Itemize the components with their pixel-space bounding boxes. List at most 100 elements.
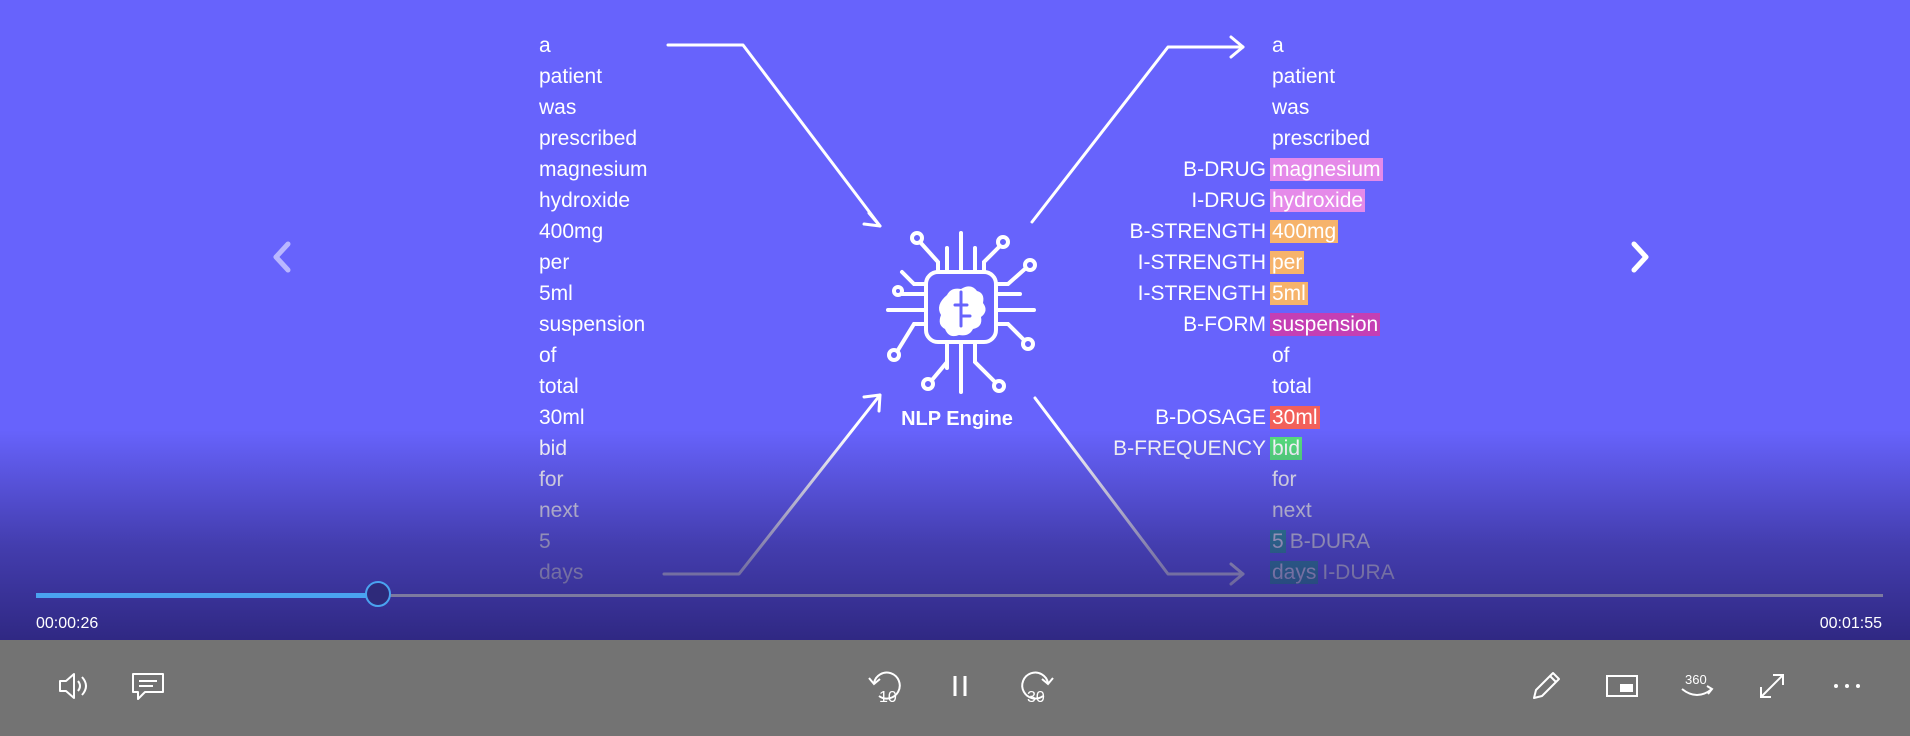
player-controls: 10 30 360 [0, 640, 1910, 736]
view-360-label: 360 [1685, 672, 1707, 687]
flow-arrows [662, 35, 1245, 586]
entity-tag: B-DOSAGE [1155, 406, 1266, 429]
output-row: magnesium [1270, 156, 1383, 184]
output-token: bid [1270, 437, 1303, 460]
output-row: next [1272, 497, 1312, 525]
output-token: prescribed [1272, 127, 1371, 150]
seek-bar-played [36, 593, 378, 598]
output-token: patient [1272, 65, 1336, 88]
output-row: 5 B-DURA [1270, 528, 1371, 556]
output-token: suspension [1270, 313, 1381, 336]
view-360-button[interactable]: 360 [1667, 656, 1727, 716]
skip-forward-30-button[interactable]: 30 [1006, 656, 1066, 716]
total-duration: 00:01:55 [1819, 615, 1882, 632]
input-token: 5ml [539, 282, 573, 305]
input-token: total [539, 375, 579, 398]
output-token: 30ml [1270, 406, 1320, 429]
input-token: 400mg [539, 220, 604, 243]
input-token: 5 [539, 530, 551, 553]
input-token: a [539, 34, 551, 57]
view-360-icon: 360 [1681, 672, 1714, 696]
output-row: 30ml [1270, 404, 1320, 432]
output-token: total [1272, 375, 1312, 398]
fullscreen-button[interactable] [1742, 656, 1802, 716]
output-token: magnesium [1270, 158, 1383, 181]
output-row: per [1270, 249, 1305, 277]
skip-back-10-button[interactable]: 10 [856, 656, 916, 716]
elapsed-time: 00:00:26 [36, 615, 99, 632]
next-slide-icon [1631, 241, 1649, 273]
mini-view-icon [1606, 675, 1638, 697]
input-token: suspension [539, 313, 646, 336]
output-row: days I-DURA [1270, 559, 1395, 587]
input-token: days [539, 561, 584, 584]
output-token: for [1272, 468, 1297, 491]
input-token: of [539, 344, 557, 367]
input-token: magnesium [539, 158, 648, 181]
pause-icon [953, 676, 967, 696]
skip-forward-label: 30 [1027, 689, 1045, 706]
input-token: hydroxide [539, 189, 631, 212]
seek-thumb[interactable] [364, 581, 391, 607]
output-row: for [1272, 466, 1297, 494]
output-token: days [1270, 561, 1319, 584]
previous-slide-button[interactable] [262, 232, 302, 282]
captions-button[interactable] [118, 656, 178, 716]
output-token: 5 [1270, 530, 1286, 553]
output-row: patient [1272, 63, 1335, 91]
draw-button[interactable] [1516, 656, 1576, 716]
output-token: 5ml [1270, 282, 1308, 305]
rewind-10-icon: 10 [868, 671, 901, 706]
forward-30-icon: 30 [1021, 671, 1054, 706]
input-token: for [539, 468, 564, 491]
output-row: 5ml [1270, 280, 1308, 308]
entity-tag: I-STRENGTH [1137, 282, 1266, 305]
output-token: a [1272, 34, 1284, 57]
output-row: bid [1270, 435, 1303, 463]
entity-tag: B-STRENGTH [1129, 220, 1267, 243]
output-row: suspension [1270, 311, 1381, 339]
input-token: bid [539, 437, 568, 460]
entity-tag: I-DURA [1322, 561, 1395, 584]
nlp-engine-label: NLP Engine [901, 408, 1013, 430]
more-options-button[interactable] [1817, 656, 1877, 716]
output-token: per [1270, 251, 1305, 274]
output-token: next [1272, 499, 1312, 522]
input-token: prescribed [539, 127, 638, 150]
input-token: patient [539, 65, 603, 88]
fullscreen-icon [1760, 674, 1784, 698]
input-token: 30ml [539, 406, 585, 429]
pause-button[interactable] [930, 656, 990, 716]
mini-view-button[interactable] [1592, 656, 1652, 716]
video-frame[interactable]: NLP Engine a patient was prescribed magn… [0, 0, 1910, 640]
output-token: hydroxide [1270, 189, 1366, 212]
output-row: hydroxide [1270, 187, 1366, 215]
brain-chip-icon [886, 231, 1037, 394]
entity-tag: B-DRUG [1183, 158, 1266, 181]
pen-icon [1533, 672, 1560, 699]
input-token: next [539, 499, 579, 522]
captions-icon [132, 673, 164, 700]
output-token: of [1272, 344, 1290, 367]
input-token: per [539, 251, 570, 274]
output-token: 400mg [1270, 220, 1339, 243]
entity-tag: B-FORM [1183, 313, 1266, 336]
entity-tag: I-STRENGTH [1137, 251, 1266, 274]
volume-icon [59, 673, 87, 699]
output-row: prescribed [1272, 125, 1370, 153]
next-slide-button[interactable] [1620, 232, 1660, 282]
more-options-icon [1834, 684, 1860, 688]
entity-tag: B-DURA [1289, 530, 1371, 553]
entity-tag: I-DRUG [1191, 189, 1266, 212]
skip-back-label: 10 [879, 689, 897, 706]
output-row: was [1272, 94, 1309, 122]
output-row: total [1272, 373, 1312, 401]
output-row: of [1272, 342, 1290, 370]
entity-tag: B-FREQUENCY [1113, 437, 1266, 460]
output-row: 400mg [1270, 218, 1339, 246]
input-token: was [539, 96, 577, 119]
volume-button[interactable] [44, 656, 104, 716]
output-token: was [1272, 96, 1310, 119]
previous-slide-icon [273, 241, 291, 273]
output-row: a [1272, 32, 1284, 60]
